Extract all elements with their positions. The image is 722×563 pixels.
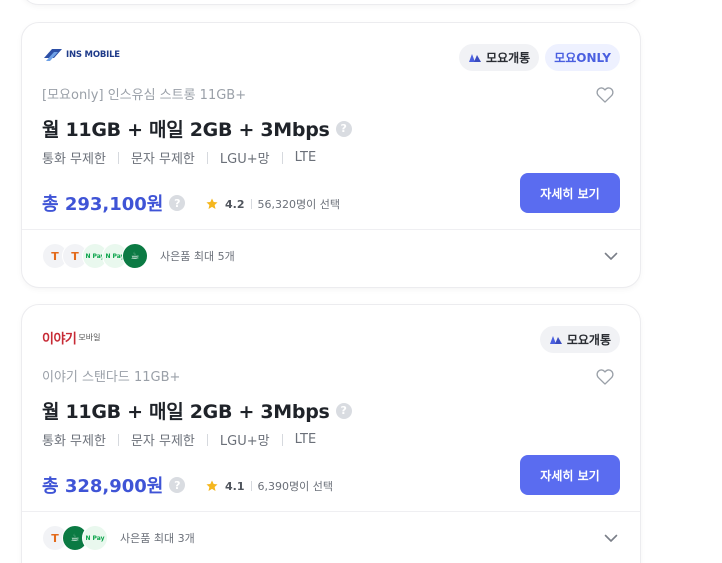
- ins-logo-icon: [44, 49, 62, 61]
- chevron-down-icon[interactable]: [604, 251, 618, 261]
- selected-count: 6,390명이 선택: [257, 480, 333, 493]
- star-icon: [206, 480, 218, 491]
- rating-value: 4.1: [225, 479, 245, 493]
- carrier-logo: 이야기 모바일: [42, 331, 101, 347]
- moyo-icon: [549, 335, 562, 344]
- star-icon: [206, 198, 218, 209]
- spec-sms: 문자 무제한: [130, 152, 195, 167]
- spec-network: LGU+망: [219, 434, 270, 449]
- plan-subtitle: [모요only] 인스유심 스트롱 11GB+: [42, 88, 247, 103]
- moyo-only-badge: 모요ONLY: [545, 44, 620, 71]
- chevron-down-icon[interactable]: [604, 533, 618, 543]
- gift-npay-icon: N Pay: [82, 525, 108, 551]
- badge-group: 모요개통 모요ONLY: [459, 44, 620, 71]
- plan-specs: 통화 무제한 문자 무제한 LGU+망 LTE: [42, 148, 316, 167]
- plan-specs: 통화 무제한 문자 무제한 LGU+망 LTE: [42, 430, 316, 449]
- plan-title: 월 11GB + 매일 2GB + 3Mbps ?: [42, 397, 352, 424]
- moyo-open-badge: 모요개통: [539, 326, 620, 353]
- spec-call: 통화 무제한: [42, 434, 106, 449]
- detail-button[interactable]: 자세히 보기: [520, 455, 620, 495]
- card-divider: [22, 229, 640, 230]
- spec-sms: 문자 무제한: [130, 434, 195, 449]
- gift-label: 사은품 최대 3개: [120, 532, 195, 545]
- divider: [117, 433, 119, 446]
- divider: [206, 151, 208, 164]
- divider: [117, 151, 119, 164]
- divider: [250, 481, 252, 491]
- divider: [250, 199, 252, 209]
- badge-group: 모요개통: [539, 326, 620, 353]
- moyo-open-badge: 모요개통: [459, 44, 540, 71]
- spec-tech: LTE: [294, 150, 317, 165]
- heart-icon[interactable]: [595, 367, 615, 387]
- previous-plan-card: [21, 0, 641, 5]
- spec-tech: LTE: [294, 432, 317, 447]
- gift-label: 사은품 최대 5개: [160, 250, 235, 263]
- carrier-logo: INS MOBILE: [42, 44, 120, 66]
- help-icon[interactable]: ?: [169, 195, 186, 211]
- divider: [281, 151, 283, 164]
- plan-price: 총 293,100원 ?: [42, 190, 186, 216]
- divider: [206, 433, 208, 446]
- help-icon[interactable]: ?: [169, 477, 186, 493]
- detail-button[interactable]: 자세히 보기: [520, 173, 620, 213]
- divider: [281, 433, 283, 446]
- plan-price: 총 328,900원 ?: [42, 472, 186, 498]
- spec-network: LGU+망: [219, 152, 270, 167]
- plan-rating: 4.1 6,390명이 선택: [205, 478, 333, 494]
- plan-card[interactable]: INS MOBILE 모요개통 모요ONLY [모요only] 인스유심 스트롱…: [21, 22, 641, 288]
- card-divider: [22, 511, 640, 512]
- plan-subtitle: 이야기 스탠다드 11GB+: [42, 370, 181, 385]
- gift-starbucks-icon: ☕: [122, 243, 148, 269]
- gift-list[interactable]: T ☕ N Pay 사은품 최대 3개: [42, 525, 195, 551]
- moyo-icon: [469, 53, 482, 62]
- spec-call: 통화 무제한: [42, 152, 106, 167]
- help-icon[interactable]: ?: [335, 402, 352, 419]
- rating-value: 4.2: [225, 197, 245, 211]
- help-icon[interactable]: ?: [335, 120, 352, 137]
- selected-count: 56,320명이 선택: [257, 198, 340, 211]
- gift-list[interactable]: T T N Pay N Pay ☕ 사은품 최대 5개: [42, 243, 235, 269]
- plan-rating: 4.2 56,320명이 선택: [205, 196, 340, 212]
- heart-icon[interactable]: [595, 85, 615, 105]
- plan-card[interactable]: 이야기 모바일 모요개통 이야기 스탠다드 11GB+ 월 11GB + 매일 …: [21, 304, 641, 563]
- plan-title: 월 11GB + 매일 2GB + 3Mbps ?: [42, 115, 352, 142]
